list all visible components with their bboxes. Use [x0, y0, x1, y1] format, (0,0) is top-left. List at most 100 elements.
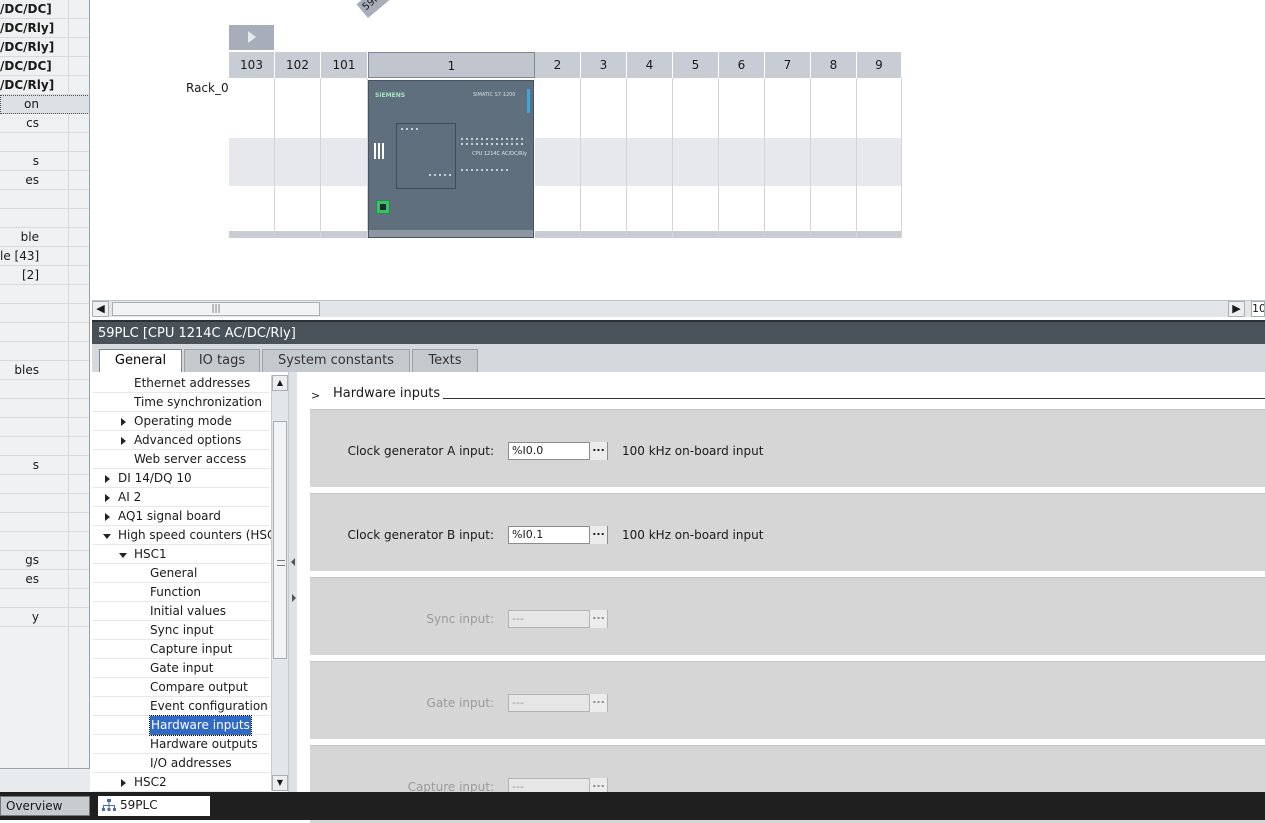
tree-item[interactable]: cs — [0, 114, 89, 133]
nav-item[interactable]: Gate input — [92, 659, 270, 678]
nav-item[interactable]: High speed counters (HSC) — [92, 526, 280, 545]
collapsed-arrow-icon[interactable] — [105, 494, 110, 502]
tree-item[interactable] — [0, 380, 89, 399]
expanded-arrow-icon[interactable] — [103, 534, 111, 539]
tree-item[interactable] — [0, 532, 89, 551]
empty-slot[interactable] — [535, 78, 581, 238]
tree-item[interactable] — [0, 437, 89, 456]
nav-item[interactable]: DI 14/DQ 10 — [92, 469, 270, 488]
overview-tab[interactable]: Overview — [0, 796, 90, 816]
tree-item[interactable] — [0, 399, 89, 418]
nav-item[interactable]: Capture input — [92, 640, 270, 659]
collapsed-arrow-icon[interactable] — [121, 437, 126, 445]
tab-io-tags[interactable]: IO tags — [184, 349, 260, 372]
nav-item[interactable]: Sync input — [92, 621, 270, 640]
ethernet-port-icon[interactable] — [376, 200, 390, 214]
empty-slot[interactable] — [229, 78, 275, 238]
tab-general[interactable]: General — [99, 349, 182, 373]
nav-item[interactable]: General — [92, 564, 270, 583]
scroll-thumb[interactable]: ||| — [112, 302, 320, 316]
collapsed-arrow-icon[interactable] — [121, 779, 126, 787]
tree-item[interactable] — [0, 513, 89, 532]
nav-item[interactable]: Function — [92, 583, 270, 602]
nav-item[interactable]: Operating mode — [92, 412, 270, 431]
collapsed-arrow-icon[interactable] — [105, 475, 110, 483]
tree-item[interactable]: ble — [0, 228, 89, 247]
tree-item[interactable]: gs — [0, 551, 89, 570]
nav-item[interactable]: Advanced options — [92, 431, 270, 450]
empty-slot[interactable] — [581, 78, 627, 238]
tree-item[interactable]: [2] — [0, 266, 89, 285]
tree-item[interactable] — [0, 190, 89, 209]
tree-item[interactable] — [0, 209, 89, 228]
nav-item[interactable]: I/O addresses — [92, 754, 270, 773]
nav-item[interactable]: Web server access — [92, 450, 270, 469]
nav-item[interactable]: Ethernet addresses — [92, 374, 270, 393]
nav-item[interactable]: Initial values — [92, 602, 270, 621]
section-header[interactable]: > Hardware inputs — [297, 385, 1265, 405]
tree-item[interactable]: s — [0, 152, 89, 171]
nav-item[interactable]: Time synchronization — [92, 393, 270, 412]
empty-slot[interactable] — [321, 78, 368, 238]
nav-item[interactable]: Hardware outputs — [92, 735, 270, 754]
tree-item[interactable]: /DC/DC] — [0, 57, 89, 76]
empty-slot[interactable] — [275, 78, 321, 238]
tree-item[interactable] — [0, 418, 89, 437]
nav-item[interactable]: HSC2 — [92, 773, 270, 792]
collapsed-arrow-icon[interactable] — [121, 418, 126, 426]
expanded-arrow-icon[interactable] — [119, 553, 127, 558]
tree-item[interactable] — [0, 304, 89, 323]
tree-item[interactable]: /DC/Rly] — [0, 19, 89, 38]
chevron-right-icon[interactable]: > — [311, 389, 320, 402]
tree-item[interactable] — [0, 494, 89, 513]
tree-item[interactable] — [0, 342, 89, 361]
empty-slot[interactable] — [765, 78, 811, 238]
cpu-module[interactable]: SIEMENS SIMATIC S7-1200 CPU 1214C AC/DC/… — [368, 80, 534, 238]
tree-item[interactable] — [0, 285, 89, 304]
empty-slot[interactable] — [627, 78, 673, 238]
nav-item[interactable]: AI 2 — [92, 488, 270, 507]
tab-texts[interactable]: Texts — [412, 349, 478, 372]
collapse-left-icon[interactable] — [291, 558, 295, 566]
nav-item[interactable]: HSC1 — [92, 545, 270, 564]
tree-item[interactable] — [0, 133, 89, 152]
scroll-left-button[interactable]: ◀ — [92, 301, 109, 317]
empty-slot[interactable] — [719, 78, 765, 238]
tab-system-constants[interactable]: System constants — [262, 349, 410, 372]
tree-item[interactable]: es — [0, 570, 89, 589]
scroll-down-button[interactable]: ▼ — [272, 775, 288, 791]
tree-item[interactable]: bles — [0, 361, 89, 380]
tree-item[interactable]: /DC/Rly] — [0, 38, 89, 57]
nav-item[interactable]: Hardware inputs — [92, 715, 270, 736]
pane-splitter[interactable] — [289, 372, 297, 792]
tree-item[interactable]: /DC/DC] — [0, 0, 89, 19]
empty-slot[interactable] — [811, 78, 857, 238]
tree-item[interactable]: on — [0, 95, 89, 114]
nav-item[interactable]: AQ1 signal board — [92, 507, 270, 526]
address-input[interactable]: %I0.1... — [508, 526, 608, 544]
scroll-right-button[interactable]: ▶ — [1228, 301, 1245, 317]
expand-right-icon[interactable] — [292, 594, 296, 602]
nav-vertical-scrollbar[interactable]: ▲ ▼ — [271, 375, 288, 791]
browse-button[interactable]: ... — [589, 526, 607, 544]
nav-scroll-thumb[interactable] — [273, 421, 287, 659]
tree-item[interactable]: /DC/Rly] — [0, 76, 89, 95]
zoom-field[interactable]: 10 — [1251, 301, 1265, 317]
scroll-up-button[interactable]: ▲ — [272, 375, 288, 391]
browse-button[interactable]: ... — [589, 442, 607, 460]
tree-item[interactable]: s — [0, 456, 89, 475]
tree-item[interactable]: y — [0, 608, 89, 627]
tree-item[interactable]: le [43] — [0, 247, 89, 266]
tree-item[interactable] — [0, 589, 89, 608]
empty-slot[interactable] — [857, 78, 902, 238]
canvas-horizontal-scrollbar[interactable]: ◀ ||| ▶ 10 — [92, 300, 1265, 317]
tree-item[interactable] — [0, 323, 89, 342]
collapsed-arrow-icon[interactable] — [105, 513, 110, 521]
tree-item[interactable] — [0, 475, 89, 494]
expand-rack-button[interactable] — [229, 25, 274, 50]
address-input[interactable]: %I0.0... — [508, 442, 608, 460]
tree-item[interactable]: es — [0, 171, 89, 190]
nav-item[interactable]: Compare output — [92, 678, 270, 697]
device-editor-tab[interactable]: 59PLC — [98, 796, 210, 816]
empty-slot[interactable] — [673, 78, 719, 238]
